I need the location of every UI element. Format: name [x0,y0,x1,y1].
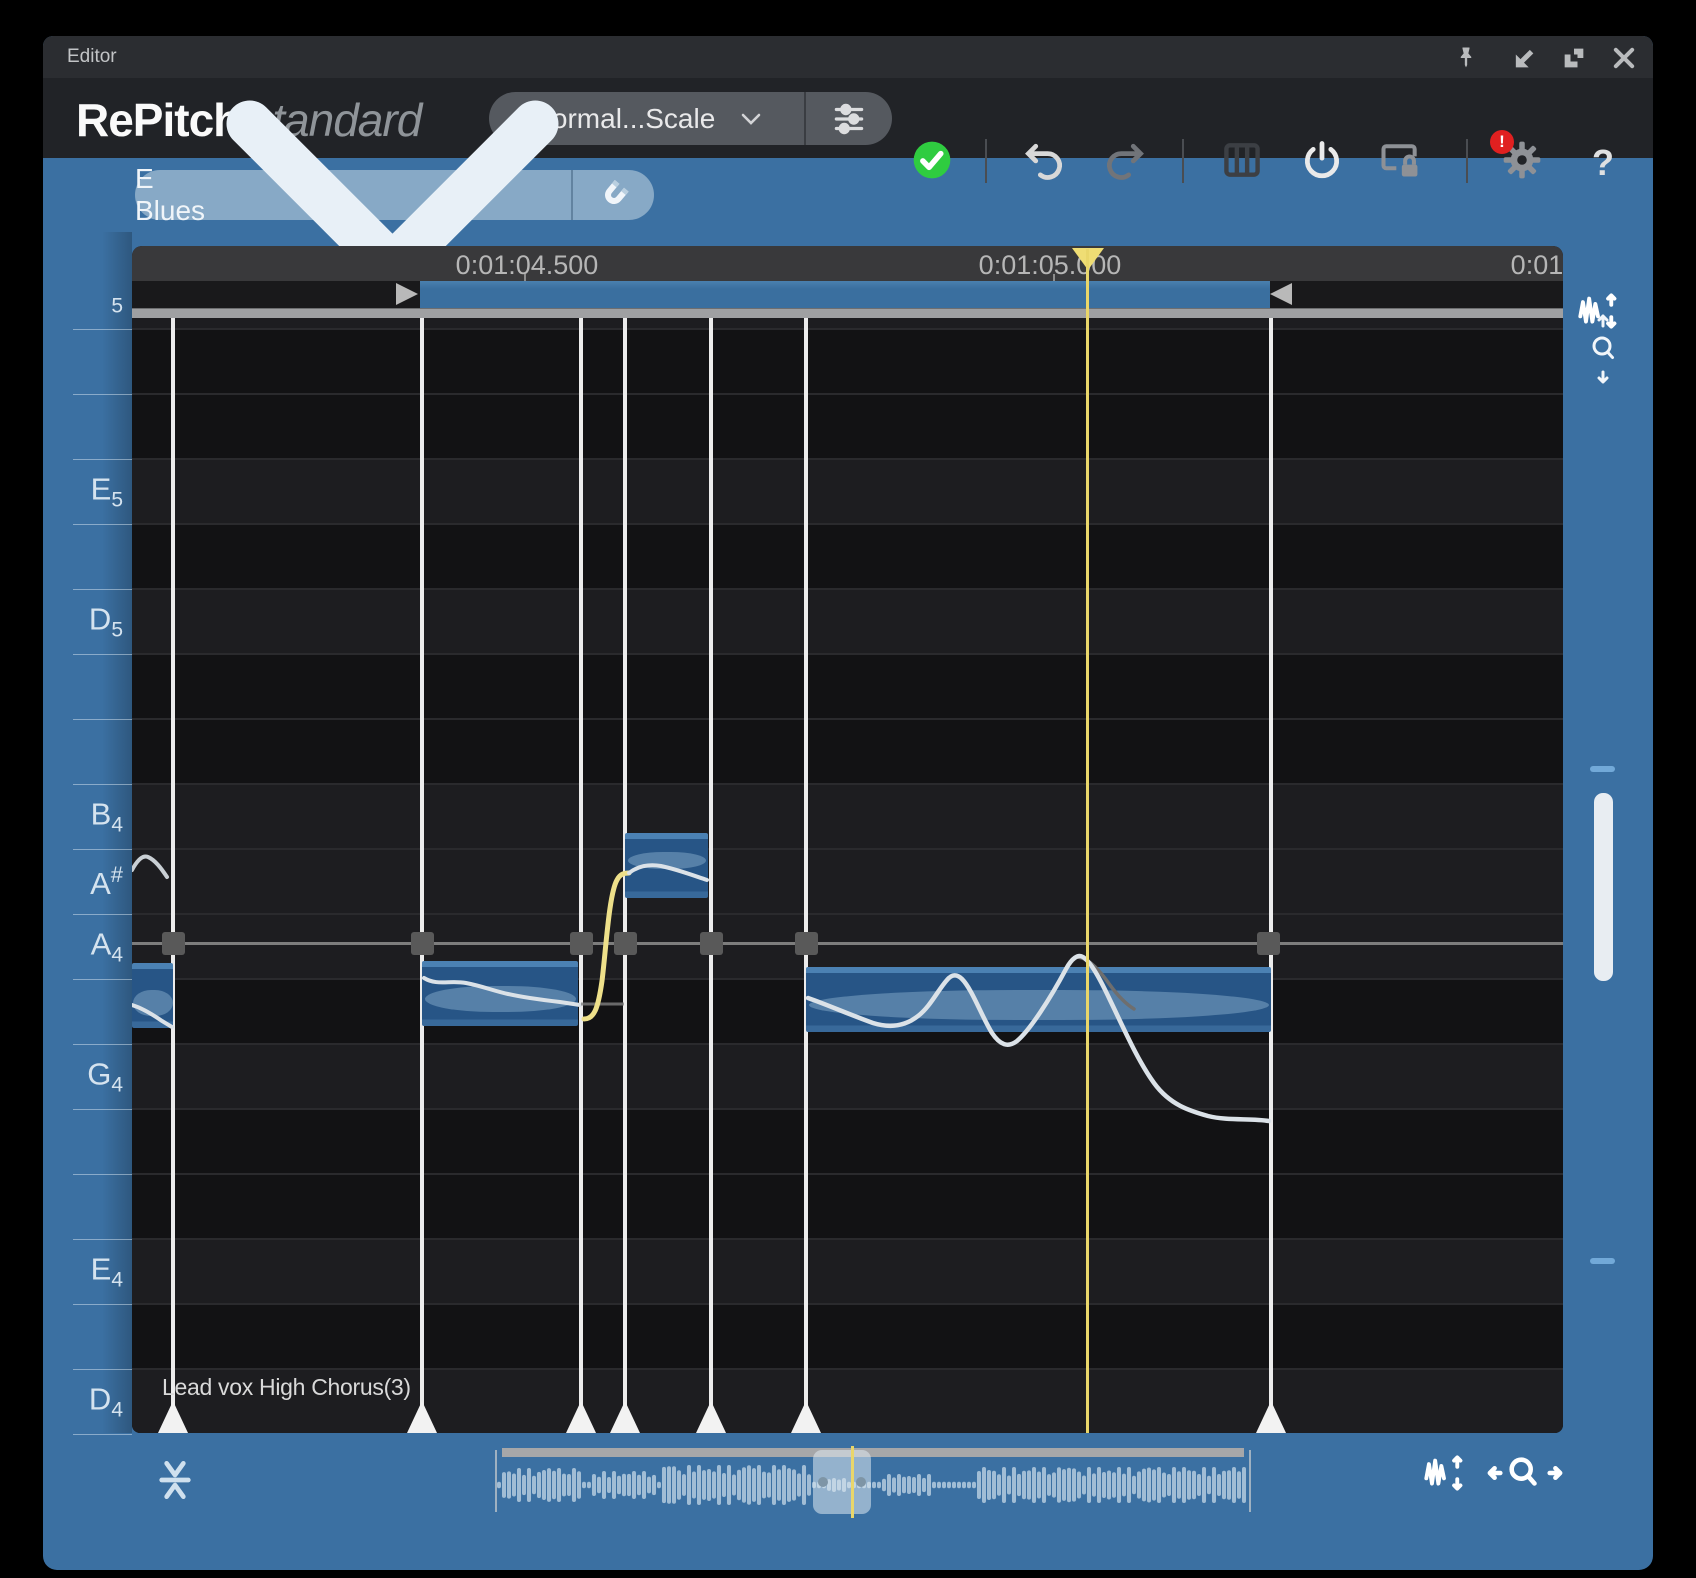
vertical-zoom-widget[interactable] [1587,312,1619,386]
pitch-row-divider [73,654,132,655]
scale-capsule: E Blues [135,170,654,220]
window-title: Editor [67,46,117,68]
scroll-range-tick [1590,766,1615,772]
pitch-row-divider [73,784,132,785]
pitch-editor-panel: 0:01:04.500 0:01:05.000 0:01:05.500 Lead… [132,246,1563,1433]
pitch-row-divider [73,459,132,460]
timestamp: 0:01:05.500 [1511,250,1563,281]
scroll-range-tick [1590,1258,1615,1264]
loop-selection-band[interactable] [420,281,1270,308]
pitch-row-divider [73,979,132,980]
sliders-icon [830,100,868,138]
loop-end-marker[interactable] [1270,283,1292,305]
pitch-label: D5 [65,602,123,643]
track-name-label: Lead vox High Chorus(3) [162,1374,411,1401]
title-bar[interactable]: Editor [43,36,1653,78]
pitch-row-divider [73,914,132,915]
pitch-label: G4 [65,1057,123,1098]
pin-icon[interactable] [1451,44,1481,72]
plugin-screenshot: Editor RePitchstandard Normal...Scale [0,0,1696,1578]
pitch-label-strip: 5 E5 D5 B4 A# A4 G4 E4 D4 [65,232,132,1433]
pitch-row-divider [73,1369,132,1370]
edited-pitch-curve [584,873,629,1019]
pitch-label: B4 [65,797,123,838]
overview-playhead [851,1446,854,1518]
waveform-overview[interactable] [495,1444,1251,1518]
vertical-zoom-waveform-button[interactable] [1421,1450,1467,1496]
detach-layout-icon[interactable] [1559,44,1589,72]
timestamp: 0:01:04.500 [456,250,599,281]
scale-value: E Blues [135,163,214,227]
snap-magnet-button[interactable] [571,170,654,220]
pitch-label: D4 [65,1382,123,1423]
pitch-row-divider [73,1239,132,1240]
ruler-tick [1053,274,1055,281]
alert-badge: ! [1490,130,1514,154]
pitch-curves [132,317,1563,1433]
pitch-row-divider [73,1434,132,1435]
pitch-label: E4 [65,1252,123,1293]
pitch-label: E5 [65,472,123,513]
pitch-row-divider [73,1304,132,1305]
handle-right-grip[interactable] [856,1477,866,1487]
pitch-label: A4 [65,927,123,968]
close-icon[interactable] [1609,44,1639,72]
pitch-row-divider [73,589,132,590]
split-note-button[interactable] [155,1456,195,1504]
loop-start-marker[interactable] [396,283,418,305]
scale-settings-button[interactable] [804,92,892,145]
loop-row[interactable] [132,281,1563,308]
magnet-icon [596,177,632,213]
overview-waveform [495,1444,1251,1518]
ruler-tick [524,274,526,281]
pitch-row-divider [73,1044,132,1045]
pitch-row-divider [73,394,132,395]
pitch-label: 5 [65,278,123,319]
pitch-row-divider [73,524,132,525]
overview-view-handle[interactable] [813,1450,871,1514]
playhead-line[interactable] [1086,249,1089,1433]
handle-left-grip[interactable] [818,1477,828,1487]
chevron-down-icon [741,113,761,125]
pitch-row-divider [73,849,132,850]
vertical-scroll-thumb[interactable] [1594,793,1613,981]
pitch-row-divider [73,1174,132,1175]
pitch-row-divider [73,329,132,330]
toolbar: E Blues [43,158,1653,232]
pitch-row-divider [73,1109,132,1110]
pitch-row-divider [73,719,132,720]
editor-window: Editor RePitchstandard Normal...Scale [43,36,1653,1570]
dock-arrow-icon[interactable] [1509,44,1539,72]
horizontal-zoom-button[interactable] [1487,1452,1563,1494]
horizontal-scrollbar[interactable] [132,308,1563,318]
pitch-label: A# [65,862,123,902]
timeline-ruler[interactable]: 0:01:04.500 0:01:05.000 0:01:05.500 [132,246,1563,281]
